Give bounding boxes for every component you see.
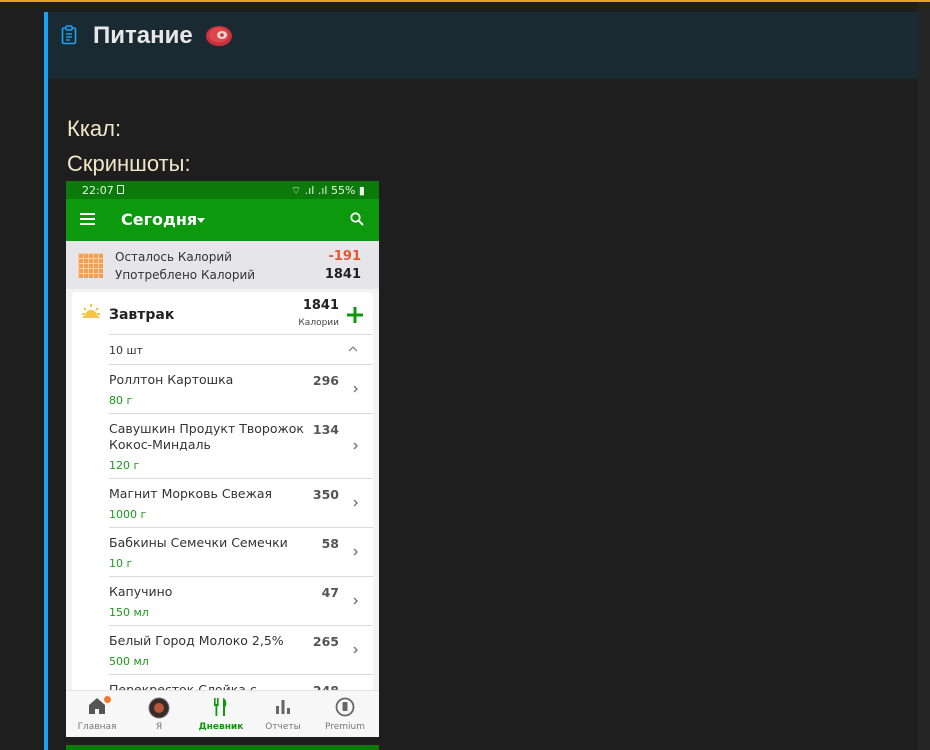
consumed-value: 1841 [324, 267, 361, 282]
food-amount: 10 г [109, 557, 133, 570]
food-name: Роллтон Картошка [109, 372, 234, 387]
battery-icon: ▮ [355, 184, 365, 197]
notification-dot [104, 696, 111, 703]
food-item[interactable]: Роллтон Картошка 296 80 г [72, 365, 373, 413]
callout-header: Питание [48, 12, 918, 79]
top-rule [0, 0, 930, 2]
status-right: ⌔ .ıl .ıl 55% ▮ [291, 184, 365, 198]
food-kcal: 265 [312, 634, 339, 649]
nav-label: Premium [324, 722, 366, 732]
nav-home[interactable]: Главная [66, 691, 128, 737]
meal-title: Завтрак [109, 307, 175, 323]
menu-icon[interactable] [80, 213, 95, 226]
fork-knife-icon [214, 698, 227, 716]
remaining-label: Осталось Калорий [115, 250, 232, 264]
battery-level: 55% [330, 184, 356, 197]
food-kcal: 134 [312, 422, 339, 437]
food-kcal: 350 [312, 487, 339, 502]
item-count: 10 шт [109, 344, 143, 357]
food-name: Магнит Морковь Свежая [109, 486, 273, 501]
nav-diary[interactable]: Дневник [190, 691, 252, 737]
food-item[interactable]: Бабкины Семечки Семечки 58 10 г [72, 528, 373, 576]
food-name: Белый Город Молоко 2,5% [109, 633, 284, 648]
food-kcal: 58 [321, 536, 339, 551]
add-food-icon[interactable] [347, 307, 363, 323]
chevron-right-icon [353, 385, 358, 393]
signal-icon: ⌔ .ıl .ıl [290, 184, 331, 197]
screenshots-label: Скриншоты: [67, 151, 191, 176]
food-kcal: 47 [321, 585, 339, 600]
nav-reports[interactable]: Отчеты [252, 691, 314, 737]
meal-kcal-label: Калории [298, 318, 339, 328]
food-name: Савушкин Продукт Творожок Кокос-Миндаль [109, 421, 304, 452]
bottom-navigation: Главная Я Дневник Отчеты Premium [66, 690, 379, 737]
chevron-right-icon [353, 499, 358, 507]
food-name: Капучино [109, 584, 173, 599]
callout-title: Питание [93, 22, 193, 49]
app-bar: Сегодня [66, 199, 379, 241]
sunrise-icon [82, 304, 100, 318]
food-kcal: 296 [312, 373, 339, 388]
chevron-down-icon[interactable] [197, 218, 205, 223]
sim-icon [117, 185, 124, 194]
calorie-grid-icon [78, 253, 103, 278]
nav-premium[interactable]: Premium [314, 691, 376, 737]
nav-me[interactable]: Я [128, 691, 190, 737]
calorie-summary[interactable]: Осталось Калорий Употреблено Калорий -19… [66, 241, 379, 289]
divider [109, 334, 373, 335]
chevron-right-icon [353, 597, 358, 605]
callout-accent-bar [44, 12, 48, 750]
bar-chart-icon [276, 700, 290, 714]
food-amount: 120 г [109, 459, 140, 472]
premium-icon [335, 697, 355, 717]
scrollbar-track[interactable] [918, 2, 930, 750]
clipboard-icon [61, 25, 77, 45]
food-item[interactable]: Савушкин Продукт Творожок Кокос-Миндаль … [72, 414, 373, 478]
status-bar: 22:07 ⌔ .ıl .ıl 55% ▮ [66, 181, 379, 199]
nav-label: Отчеты [265, 722, 301, 732]
food-name: Бабкины Семечки Семечки [109, 535, 288, 550]
chevron-right-icon [353, 548, 358, 556]
chevron-right-icon [353, 646, 358, 654]
remaining-value: -191 [328, 249, 361, 264]
nav-label: Главная [77, 722, 117, 732]
chevron-right-icon [353, 442, 358, 450]
next-screenshot-edge [66, 745, 379, 750]
food-amount: 500 мл [109, 655, 149, 668]
food-item[interactable]: Магнит Морковь Свежая 350 1000 г [72, 479, 373, 527]
status-time: 22:07 [82, 184, 114, 197]
nav-label: Дневник [198, 722, 244, 732]
food-amount: 1000 г [109, 508, 147, 521]
collapse-icon[interactable] [348, 345, 358, 352]
nav-label: Я [155, 722, 163, 732]
meal-kcal-value: 1841 [302, 298, 339, 313]
search-icon[interactable] [350, 212, 364, 226]
food-item[interactable]: Капучино 47 150 мл [72, 577, 373, 625]
kcal-label: Ккал: [67, 116, 122, 141]
food-amount: 80 г [109, 394, 133, 407]
steak-icon [206, 26, 232, 46]
food-amount: 150 мл [109, 606, 149, 619]
date-selector[interactable]: Сегодня [121, 210, 197, 229]
meal-card-breakfast: Завтрак 1841 Калории 10 шт Роллтон Карто… [72, 292, 373, 737]
diary-screenshot: 22:07 ⌔ .ıl .ıl 55% ▮ Сегодня Осталось К… [66, 181, 379, 737]
food-item[interactable]: Белый Город Молоко 2,5% 265 500 мл [72, 626, 373, 674]
consumed-label: Употреблено Калорий [115, 268, 256, 282]
avatar [148, 697, 170, 719]
